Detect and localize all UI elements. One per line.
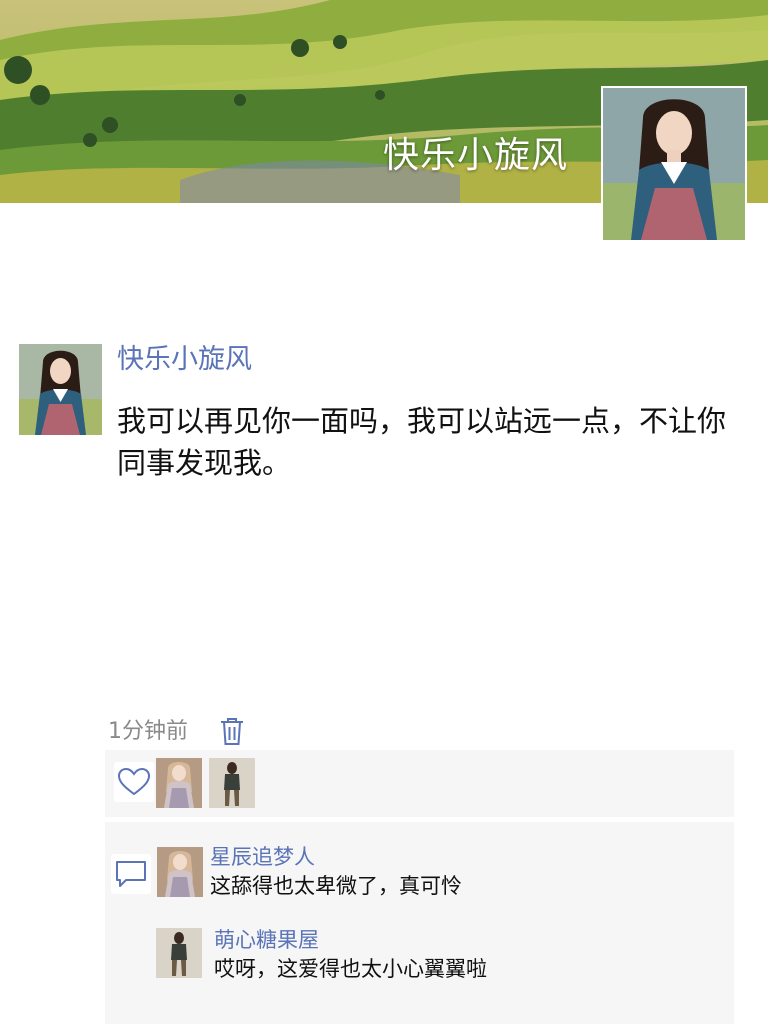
- comment-text: 哎呀，这爱得也太小心翼翼啦: [214, 957, 487, 981]
- post-timestamp: 1分钟前: [108, 719, 188, 744]
- likes-panel: [105, 750, 734, 817]
- like-button[interactable]: [114, 762, 154, 802]
- commenter-avatar[interactable]: [156, 928, 202, 978]
- commenter-name[interactable]: 星辰追梦人: [210, 843, 315, 871]
- comments-panel: 星辰追梦人 这舔得也太卑微了，真可怜 萌心糖果屋 哎呀，这爱得也太小心翼翼啦: [105, 822, 734, 1024]
- comment-button[interactable]: [111, 854, 151, 894]
- commenter-avatar[interactable]: [157, 847, 203, 897]
- cover-username: 快乐小旋风: [383, 135, 569, 176]
- profile-avatar[interactable]: [601, 86, 747, 242]
- person-portrait-icon: [156, 928, 202, 978]
- post-content: 我可以再见你一面吗，我可以站远一点，不让你同事发现我。: [117, 404, 727, 480]
- woman-portrait-icon: [603, 88, 745, 240]
- girl-portrait-icon: [157, 847, 203, 897]
- commenter-name[interactable]: 萌心糖果屋: [214, 926, 319, 954]
- person-portrait-icon: [209, 758, 255, 808]
- post-author-avatar[interactable]: [19, 344, 102, 435]
- liker-avatar[interactable]: [156, 758, 202, 808]
- liker-avatar[interactable]: [209, 758, 255, 808]
- trash-icon: [221, 718, 243, 745]
- comment-text: 这舔得也太卑微了，真可怜: [210, 874, 462, 898]
- post-author-name[interactable]: 快乐小旋风: [117, 342, 252, 378]
- woman-portrait-icon: [19, 344, 102, 435]
- delete-button[interactable]: [219, 716, 245, 746]
- comment-icon: [116, 861, 146, 887]
- girl-portrait-icon: [156, 758, 202, 808]
- heart-icon: [117, 767, 151, 796]
